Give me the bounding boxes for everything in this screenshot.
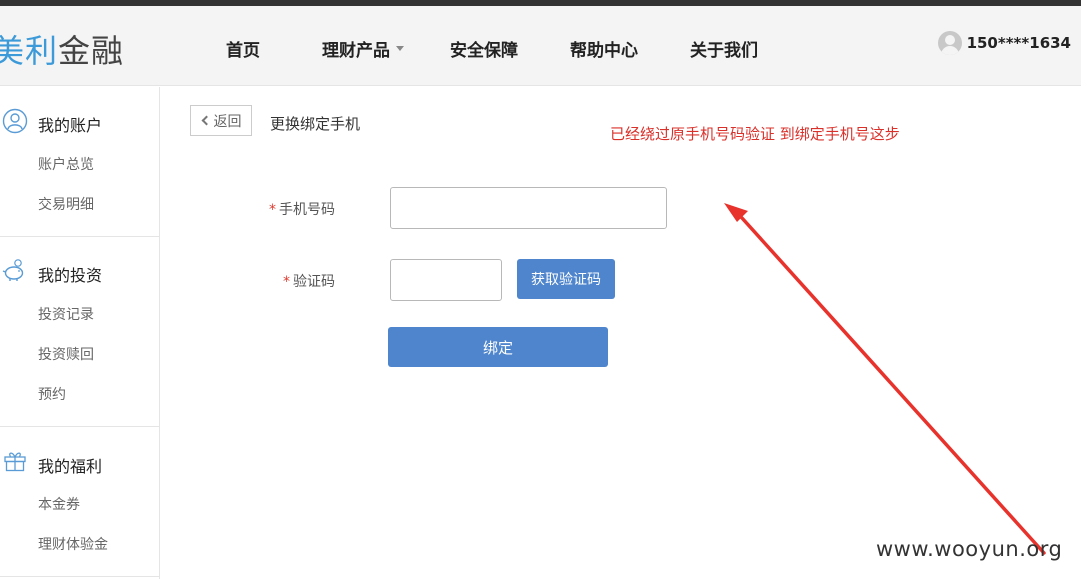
logo[interactable]: 美利金融 — [0, 26, 124, 72]
phone-label: * 手机号码 — [269, 202, 335, 218]
nav-about[interactable]: 关于我们 — [690, 36, 758, 61]
code-label: * 验证码 — [283, 274, 335, 290]
header: 美利金融 首页 理财产品 安全保障 帮助中心 关于我们 150****1634 — [0, 6, 1081, 86]
sidebar-item-trial-fund[interactable]: 理财体验金 — [38, 534, 108, 554]
sidebar-divider — [0, 426, 159, 427]
nav-security[interactable]: 安全保障 — [450, 36, 518, 61]
logo-part1: 美利 — [0, 32, 59, 70]
user-menu[interactable]: 150****1634 — [937, 31, 1071, 55]
get-code-button[interactable]: 获取验证码 — [517, 259, 615, 299]
sidebar-item-records[interactable]: 投资记录 — [38, 304, 94, 324]
main-content: 返回 更换绑定手机 已经绕过原手机号码验证 到绑定手机号这步 * 手机号码 * 验证… — [161, 87, 1081, 579]
gift-icon — [4, 452, 26, 472]
watermark: www.wooyun.org — [876, 537, 1063, 561]
user-phone: 150****1634 — [966, 34, 1071, 52]
sidebar-item-redeem[interactable]: 投资赎回 — [38, 344, 94, 364]
nav-products-label: 理财产品 — [322, 41, 390, 61]
sidebar-divider — [0, 236, 159, 237]
page-title: 更换绑定手机 — [270, 115, 361, 133]
code-input[interactable] — [390, 259, 502, 301]
user-icon — [2, 108, 28, 134]
bind-button[interactable]: 绑定 — [388, 327, 608, 367]
back-button-label: 返回 — [213, 113, 242, 130]
nav-products[interactable]: 理财产品 — [322, 36, 404, 61]
sidebar-group-title: 我的账户 — [38, 116, 103, 135]
avatar-icon — [937, 31, 962, 55]
chevron-left-icon — [201, 115, 211, 126]
nav-help[interactable]: 帮助中心 — [570, 36, 638, 61]
sidebar-divider — [0, 576, 159, 577]
phone-input[interactable] — [390, 187, 667, 229]
annotation-text: 已经绕过原手机号码验证 到绑定手机号这步 — [610, 125, 900, 143]
logo-part2: 金融 — [58, 32, 125, 70]
sidebar-group-title: 我的投资 — [38, 266, 103, 285]
code-label-text: 验证码 — [293, 274, 335, 290]
sidebar-group-title: 我的福利 — [38, 457, 103, 476]
phone-label-text: 手机号码 — [279, 202, 335, 218]
sidebar-item-transactions[interactable]: 交易明细 — [38, 194, 94, 214]
caret-down-icon — [396, 45, 404, 51]
sidebar: 我的账户 账户总览 交易明细 我的投资 投资记录 投资赎回 预约 我的福利 本金… — [0, 87, 160, 579]
nav-home[interactable]: 首页 — [226, 36, 260, 61]
piggy-bank-icon — [2, 259, 24, 281]
back-button[interactable]: 返回 — [190, 105, 252, 136]
sidebar-item-reserve[interactable]: 预约 — [38, 384, 66, 404]
sidebar-item-coupons[interactable]: 本金券 — [38, 494, 80, 514]
sidebar-item-overview[interactable]: 账户总览 — [38, 154, 94, 174]
